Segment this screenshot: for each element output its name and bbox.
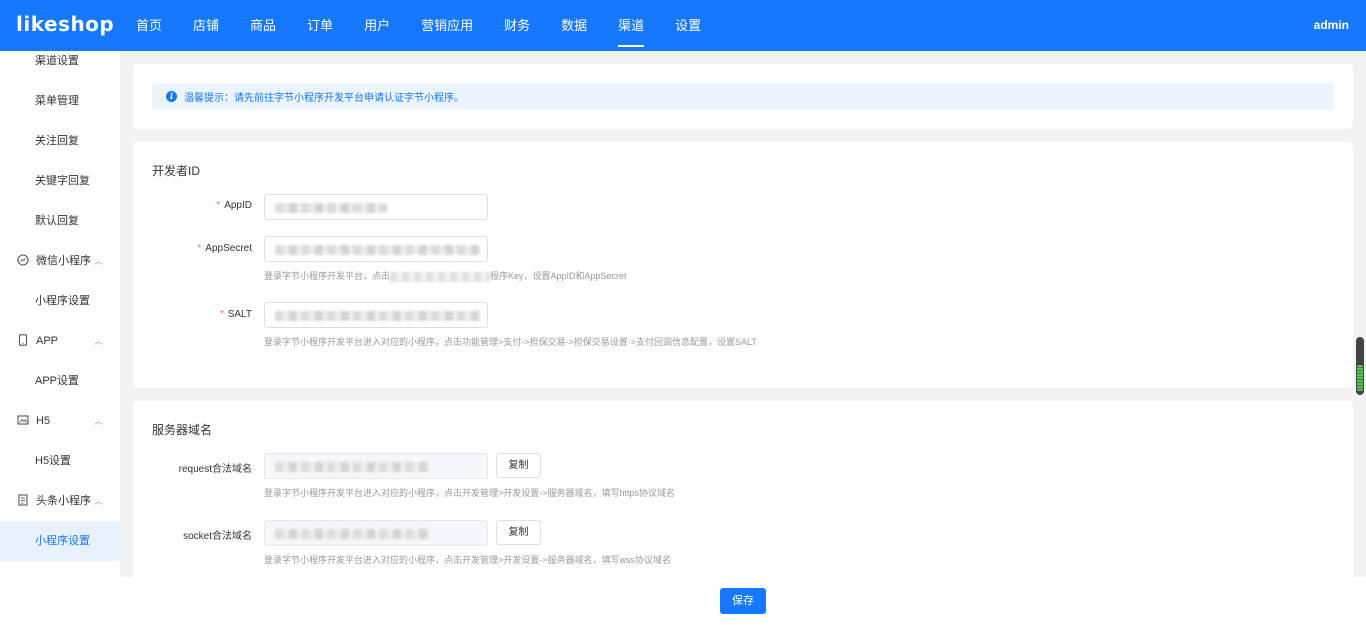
sidebar-group-wechat-miniprogram[interactable]: 微信小程序 ︿ (0, 241, 120, 281)
sidebar-group-label: 头条小程序 (36, 495, 91, 507)
main-content: i 温馨提示：请先前往字节小程序开发平台申请认证字节小程序。 开发者ID * Ap… (120, 51, 1366, 577)
sidebar-group-toutiao-miniprogram[interactable]: 头条小程序 ︿ (0, 481, 120, 521)
chevron-up-icon: ︿ (94, 336, 104, 346)
page-scrollbar[interactable] (1356, 337, 1364, 395)
sidebar-item-menu-management[interactable]: 菜单管理 (0, 81, 120, 121)
chevron-up-icon: ︿ (94, 256, 104, 266)
copy-socket-button[interactable]: 复制 (496, 520, 541, 545)
sidebar-group-label: 微信小程序 (36, 255, 91, 267)
sidebar-group-label: APP (36, 335, 59, 347)
request-domain-label: request合法域名 (178, 464, 252, 475)
appsecret-input[interactable] (264, 236, 488, 262)
sidebar: 渠道设置 菜单管理 关注回复 关键字回复 默认回复 微信小程序 ︿ 小程序设置 … (0, 51, 120, 577)
nav-settings[interactable]: 设置 (675, 0, 701, 51)
chevron-up-icon: ︿ (94, 496, 104, 506)
nav-channel[interactable]: 渠道 (618, 0, 645, 51)
appid-label: * AppID (216, 200, 252, 211)
sidebar-item-app-settings[interactable]: APP设置 (0, 361, 120, 401)
copy-request-button[interactable]: 复制 (496, 453, 541, 478)
save-button[interactable]: 保存 (720, 588, 766, 614)
socket-domain-input[interactable] (264, 520, 488, 546)
document-icon (18, 494, 28, 506)
salt-input[interactable] (264, 302, 488, 328)
section-title-developer: 开发者ID (152, 164, 201, 178)
info-icon: i (166, 91, 177, 102)
nav-home[interactable]: 首页 (136, 0, 162, 51)
sidebar-item-toutiao-settings[interactable]: 小程序设置 (0, 521, 120, 561)
sidebar-item-h5-settings[interactable]: H5设置 (0, 441, 120, 481)
sidebar-item-channel-settings[interactable]: 渠道设置 (0, 51, 120, 81)
developer-id-card: 开发者ID * AppID * AppSecret 登录字节小程序开发平台，点击 程序… (133, 142, 1353, 388)
notice-alert: i 温馨提示：请先前往字节小程序开发平台申请认证字节小程序。 (152, 83, 1334, 110)
sidebar-item-follow-reply[interactable]: 关注回复 (0, 121, 120, 161)
nav-goods[interactable]: 商品 (250, 0, 276, 51)
request-domain-input[interactable] (264, 453, 488, 479)
chevron-up-icon: ︿ (94, 416, 104, 426)
request-domain-hint: 登录字节小程序开发平台进入对应的小程序，点击开发管理>开发设置->服务器域名，填… (264, 488, 676, 498)
appsecret-label: * AppSecret (197, 243, 252, 254)
notice-card: i 温馨提示：请先前往字节小程序开发平台申请认证字节小程序。 (133, 64, 1353, 129)
image-icon (17, 415, 29, 425)
nav-marketing[interactable]: 营销应用 (421, 0, 473, 51)
footer-bar: 保存 (0, 577, 1366, 625)
notice-text: 温馨提示：请先前往字节小程序开发平台申请认证字节小程序。 (184, 93, 464, 104)
user-menu[interactable]: admin (1314, 0, 1349, 51)
socket-domain-label: socket合法域名 (183, 531, 252, 542)
main-nav: 首页 店铺 商品 订单 用户 营销应用 财务 数据 渠道 设置 (136, 0, 732, 51)
sidebar-group-app[interactable]: APP ︿ (0, 321, 120, 361)
sidebar-item-miniprogram-settings[interactable]: 小程序设置 (0, 281, 120, 321)
phone-icon (18, 334, 28, 346)
wechat-miniprogram-icon (17, 254, 29, 266)
scrollbar-grip (1357, 365, 1363, 391)
nav-finance[interactable]: 财务 (504, 0, 530, 51)
section-title-server: 服务器域名 (152, 423, 213, 437)
server-domain-card: 服务器域名 request合法域名 复制 登录字节小程序开发平台进入对应的小程序… (133, 401, 1353, 577)
nav-data[interactable]: 数据 (561, 0, 587, 51)
nav-store[interactable]: 店铺 (193, 0, 219, 51)
salt-label: * SALT (219, 309, 252, 320)
sidebar-item-keyword-reply[interactable]: 关键字回复 (0, 161, 120, 201)
appid-input[interactable] (264, 194, 488, 220)
appsecret-hint: 登录字节小程序开发平台，点击 程序Key，设置AppID和AppSecret (264, 271, 627, 282)
top-navbar: likeshop 首页 店铺 商品 订单 用户 营销应用 财务 数据 渠道 设置… (0, 0, 1366, 51)
logo[interactable]: likeshop (16, 12, 114, 36)
nav-orders[interactable]: 订单 (307, 0, 333, 51)
salt-hint: 登录字节小程序开发平台进入对应的小程序，点击功能管理>支付->担保交易->担保交… (264, 337, 757, 347)
nav-users[interactable]: 用户 (364, 0, 390, 51)
sidebar-item-default-reply[interactable]: 默认回复 (0, 201, 120, 241)
sidebar-group-h5[interactable]: H5 ︿ (0, 401, 120, 441)
sidebar-group-label: H5 (36, 415, 51, 427)
socket-domain-hint: 登录字节小程序开发平台进入对应的小程序，点击开发管理>开发设置->服务器域名，填… (264, 555, 672, 565)
